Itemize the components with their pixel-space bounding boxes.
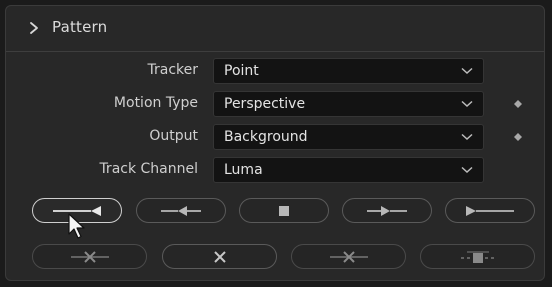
- track-channel-dropdown[interactable]: Luma: [213, 157, 484, 183]
- stop-tracking-button[interactable]: [239, 198, 329, 223]
- keyframe-diamond-icon[interactable]: [514, 100, 522, 108]
- track-previous-frame-icon: [161, 205, 201, 216]
- track-previous-frame-button[interactable]: [136, 198, 226, 223]
- chevron-down-icon: [461, 133, 473, 141]
- output-dropdown[interactable]: Background: [213, 124, 484, 150]
- clear-next-icon: [329, 250, 368, 263]
- tracker-dropdown[interactable]: Point: [213, 58, 484, 84]
- tracker-label: Tracker: [147, 62, 198, 78]
- track-forward-button[interactable]: [445, 198, 535, 223]
- motion-type-dropdown[interactable]: Perspective: [213, 91, 484, 117]
- keyframe-diamond-icon[interactable]: [514, 133, 522, 141]
- inspector-background: Pattern Tracker Point Motion Type Perspe…: [0, 0, 552, 287]
- output-label: Output: [149, 128, 198, 144]
- panel-title: Pattern: [52, 18, 108, 36]
- clear-all-next-button[interactable]: [291, 244, 406, 269]
- track-next-frame-icon: [367, 205, 407, 216]
- mouse-pointer-icon: [68, 213, 85, 239]
- clear-all-previous-button[interactable]: [32, 244, 147, 269]
- pattern-keyframe-icon: [460, 250, 495, 263]
- chevron-right-icon[interactable]: [28, 19, 42, 37]
- track-next-frame-button[interactable]: [342, 198, 432, 223]
- track-channel-row: Track Channel Luma: [6, 157, 544, 183]
- stop-icon: [279, 205, 289, 216]
- panel-header[interactable]: Pattern: [6, 6, 544, 52]
- motion-type-label: Motion Type: [113, 95, 198, 111]
- chevron-down-icon: [461, 67, 473, 75]
- clear-all-button[interactable]: [162, 244, 277, 269]
- clear-previous-icon: [70, 250, 109, 263]
- tracker-value: Point: [224, 63, 259, 79]
- output-row: Output Background: [6, 124, 544, 150]
- output-value: Background: [224, 129, 308, 145]
- motion-type-row: Motion Type Perspective: [6, 91, 544, 117]
- track-forward-icon: [466, 205, 514, 216]
- clear-all-icon: [213, 250, 226, 263]
- track-channel-value: Luma: [224, 162, 263, 178]
- set-pattern-keyframe-button[interactable]: [420, 244, 535, 269]
- chevron-down-icon: [461, 100, 473, 108]
- track-channel-label: Track Channel: [99, 161, 198, 177]
- motion-type-value: Perspective: [224, 96, 306, 112]
- tracker-row: Tracker Point: [6, 58, 544, 84]
- chevron-down-icon: [461, 166, 473, 174]
